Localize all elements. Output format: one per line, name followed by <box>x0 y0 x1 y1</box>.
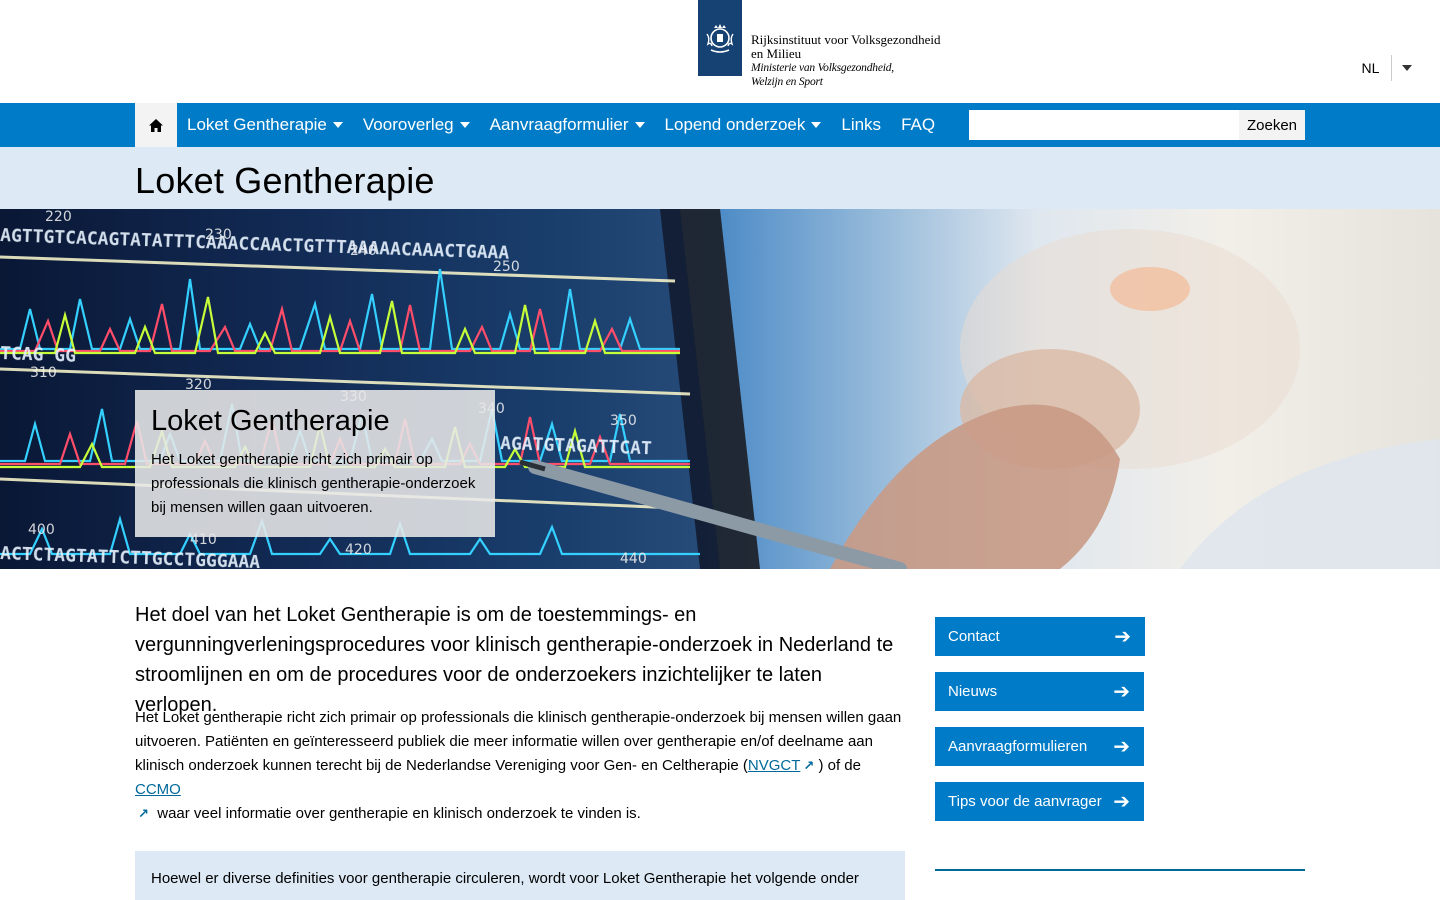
org-line-2: en Milieu <box>751 46 802 61</box>
nav-item-lopend-onderzoek[interactable]: Lopend onderzoek <box>655 103 832 147</box>
intro-body: Het Loket gentherapie richt zich primair… <box>135 706 905 826</box>
svg-text:400: 400 <box>28 522 55 538</box>
rijksoverheid-logo[interactable] <box>698 0 742 76</box>
svg-text:230: 230 <box>205 227 232 243</box>
search-form: Zoeken <box>969 110 1305 140</box>
nav-item-faq[interactable]: FAQ <box>891 103 945 147</box>
nav-item-links[interactable]: Links <box>831 103 891 147</box>
nav-item-label: Links <box>841 115 882 134</box>
callout-text: Hoewel er diverse definities voor genthe… <box>151 870 859 887</box>
nav-item-label: Loket Gentherapie <box>187 115 327 134</box>
svg-text:440: 440 <box>620 551 647 567</box>
coat-of-arms-icon <box>706 24 734 53</box>
arrow-right-icon: ➔ <box>1113 736 1130 758</box>
page-title: Loket Gentherapie <box>135 160 435 201</box>
hero-title: Loket Gentherapie <box>151 405 390 437</box>
nav-item-label: Vooroverleg <box>362 115 454 134</box>
title-band: Loket Gentherapie <box>0 147 1440 209</box>
contact-button[interactable]: Contact ➔ <box>935 617 1145 656</box>
nvgct-link[interactable]: NVGCT <box>748 757 801 774</box>
site-header: Rijksinstituut voor Volksgezondheid en M… <box>0 0 1440 103</box>
nieuws-button[interactable]: Nieuws ➔ <box>935 672 1144 711</box>
caret-down-icon <box>332 122 343 128</box>
nav-item-aanvraagformulier[interactable]: Aanvraagformulier <box>480 103 655 147</box>
main-navigation: Loket Gentherapie Vooroverleg Aanvraagfo… <box>0 103 1440 147</box>
hero-banner: AGTTGTCACAGTATATTTCAAACCAACTGTTTAAAAACAA… <box>0 209 1440 569</box>
external-link-icon: ↗ <box>138 806 149 821</box>
intro-lead: Het doel van het Loket Gentherapie is om… <box>135 604 894 716</box>
org-line-1: Rijksinstituut voor Volksgezondheid <box>751 32 941 47</box>
nav-item-label: Aanvraagformulier <box>489 115 629 134</box>
tips-aanvrager-button[interactable]: Tips voor de aanvrager ➔ <box>935 782 1144 821</box>
svg-text:350: 350 <box>610 413 637 429</box>
home-icon <box>149 118 163 132</box>
organisation-name: Rijksinstituut voor Volksgezondheid en M… <box>751 33 940 89</box>
body-text-part2: ) of de <box>818 757 861 774</box>
hero-text: Het Loket gentherapie richt zich primair… <box>151 451 476 516</box>
caret-down-icon <box>634 122 645 128</box>
svg-text:TCAG GG: TCAG GG <box>0 343 76 367</box>
svg-text:310: 310 <box>30 365 57 381</box>
definition-callout: Hoewel er diverse definities voor genthe… <box>135 851 905 900</box>
aanvraagformulieren-button[interactable]: Aanvraagformulieren ➔ <box>935 727 1144 766</box>
arrow-right-icon: ➔ <box>1113 791 1130 813</box>
svg-text:240: 240 <box>350 243 377 259</box>
nav-item-loket-gentherapie[interactable]: Loket Gentherapie <box>177 103 353 147</box>
svg-text:220: 220 <box>45 209 72 225</box>
hero-card: Loket Gentherapie Het Loket gentherapie … <box>135 390 495 537</box>
home-button[interactable] <box>135 103 177 147</box>
nav-item-vooroverleg[interactable]: Vooroverleg <box>353 103 480 147</box>
arrow-right-icon: ➔ <box>1114 626 1131 648</box>
ministry-line-2: Welzijn en Sport <box>751 76 823 88</box>
ccmo-link[interactable]: CCMO <box>135 781 181 798</box>
svg-text:250: 250 <box>493 259 520 275</box>
sidebar-divider <box>935 869 1305 871</box>
sidebar-button-label: Aanvraagformulieren <box>948 738 1088 755</box>
language-label[interactable]: NL <box>1350 55 1392 81</box>
body-text-part3: waar veel informatie over gentherapie en… <box>157 805 641 822</box>
ministry-line-1: Ministerie van Volksgezondheid, <box>751 62 894 74</box>
caret-down-icon <box>811 122 822 128</box>
chevron-down-icon[interactable] <box>1392 55 1422 81</box>
sidebar-button-label: Tips voor de aanvrager <box>948 793 1102 810</box>
nav-item-label: Lopend onderzoek <box>664 115 806 134</box>
caret-down-icon <box>459 122 470 128</box>
search-input[interactable] <box>969 110 1239 140</box>
sidebar-button-label: Contact <box>948 628 1000 645</box>
search-button[interactable]: Zoeken <box>1239 110 1305 140</box>
sidebar-button-label: Nieuws <box>948 683 998 700</box>
language-selector[interactable]: NL <box>1350 55 1422 81</box>
external-link-icon: ↗ <box>803 758 815 773</box>
arrow-right-icon: ➔ <box>1113 681 1130 703</box>
svg-text:420: 420 <box>345 542 372 558</box>
nav-item-label: FAQ <box>901 115 936 134</box>
